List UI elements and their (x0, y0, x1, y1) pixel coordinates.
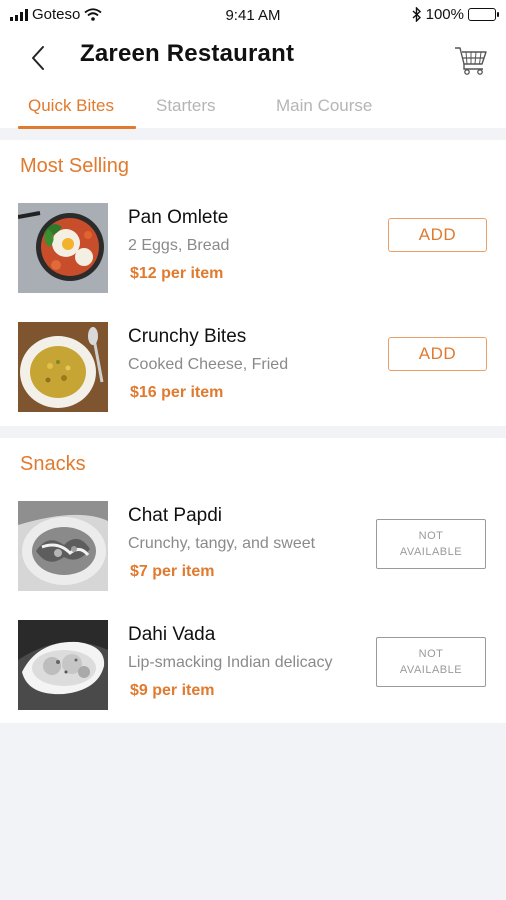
page-title: Zareen Restaurant (80, 40, 295, 67)
section-title: Snacks (20, 453, 86, 475)
not-available-button[interactable]: NOT AVAILABLE (376, 637, 486, 687)
menu-item[interactable]: Crunchy Bites Cooked Cheese, Fried $16 p… (0, 322, 506, 414)
shopping-cart-icon (455, 47, 487, 75)
item-name: Chat Papdi (128, 505, 223, 526)
food-image-pan-omlete (18, 203, 108, 293)
battery-icon (468, 8, 499, 21)
menu-item[interactable]: Chat Papdi Crunchy, tangy, and sweet $7 … (0, 501, 506, 593)
item-price: $12 per item (130, 265, 224, 282)
item-name: Pan Omlete (128, 207, 229, 228)
item-description: Crunchy, tangy, and sweet (128, 535, 316, 552)
status-bar: Goteso 9:41 AM 100% (0, 0, 506, 32)
add-button[interactable]: ADD (388, 337, 487, 371)
section-most-selling: Most Selling Pan Omlete 2 Eggs, Bread $1… (0, 140, 506, 426)
not-available-line1: NOT (418, 648, 444, 660)
app-header: Zareen Restaurant Quick Bites Starters M… (0, 32, 506, 129)
tab-quick-bites[interactable]: Quick Bites (28, 96, 114, 116)
battery-percent: 100% (425, 6, 464, 23)
item-name: Dahi Vada (128, 624, 216, 645)
status-right: 100% (412, 6, 499, 23)
cart-button[interactable] (452, 40, 490, 78)
menu-item[interactable]: Dahi Vada Lip-smacking Indian delicacy $… (0, 620, 506, 712)
item-price: $16 per item (130, 384, 224, 401)
item-price: $9 per item (130, 682, 215, 699)
add-button[interactable]: ADD (388, 218, 487, 252)
back-button[interactable] (22, 42, 54, 74)
item-description: Cooked Cheese, Fried (128, 356, 289, 373)
food-image-crunchy-bites (18, 322, 108, 412)
bluetooth-icon (412, 7, 421, 22)
section-snacks: Snacks Chat Papdi Crunchy, tangy, and sw… (0, 438, 506, 723)
chevron-left-icon (32, 46, 44, 70)
item-description: 2 Eggs, Bread (128, 237, 230, 254)
not-available-line2: AVAILABLE (399, 546, 463, 558)
item-name: Crunchy Bites (128, 326, 247, 347)
category-tabs: Quick Bites Starters Main Course (0, 96, 506, 129)
item-description: Lip-smacking Indian delicacy (128, 654, 333, 671)
not-available-line1: NOT (418, 530, 444, 542)
menu-item[interactable]: Pan Omlete 2 Eggs, Bread $12 per item AD… (0, 203, 506, 295)
not-available-button[interactable]: NOT AVAILABLE (376, 519, 486, 569)
food-image-dahi-vada (18, 620, 108, 710)
active-tab-indicator (18, 126, 136, 129)
section-title: Most Selling (20, 155, 129, 177)
tab-main-course[interactable]: Main Course (276, 96, 372, 116)
item-price: $7 per item (130, 563, 215, 580)
not-available-line2: AVAILABLE (399, 664, 463, 676)
tab-starters[interactable]: Starters (156, 96, 216, 116)
food-image-chat-papdi (18, 501, 108, 591)
